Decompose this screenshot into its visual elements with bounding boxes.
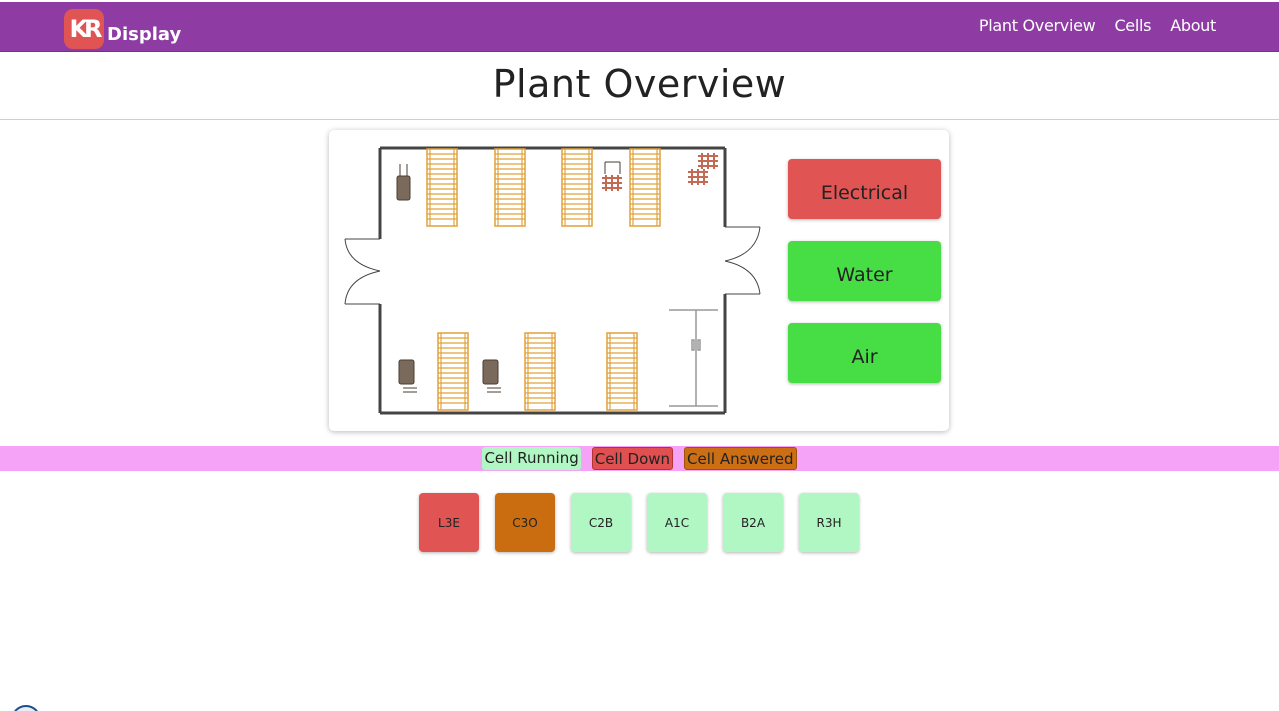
logo-mark: KR	[64, 9, 104, 49]
legend-cell-down: Cell Down	[591, 447, 674, 470]
nav-link-cells[interactable]: Cells	[1114, 16, 1151, 35]
cell-tile[interactable]: L3E	[419, 493, 479, 552]
legend-cell-answered: Cell Answered	[684, 447, 797, 470]
cell-tile[interactable]: R3H	[799, 493, 859, 552]
legend-cell-running: Cell Running	[482, 447, 581, 470]
page-title: Plant Overview	[492, 62, 787, 106]
brand-logo[interactable]: KR Display	[64, 9, 181, 49]
nav-link-plant-overview[interactable]: Plant Overview	[979, 16, 1096, 35]
plant-overview-card: Electrical Water Air	[329, 130, 949, 431]
utility-water-button[interactable]: Water	[788, 241, 941, 301]
navbar: KR Display Plant Overview Cells About	[0, 2, 1279, 52]
cell-tile[interactable]: C2B	[571, 493, 631, 552]
title-divider	[0, 119, 1279, 120]
nav-link-about[interactable]: About	[1170, 16, 1216, 35]
cell-tiles: L3E C3O C2B A1C B2A R3H	[419, 493, 859, 552]
logo-text: Display	[107, 23, 182, 45]
cell-tile[interactable]: A1C	[647, 493, 707, 552]
corner-widget-icon[interactable]	[11, 705, 41, 711]
utility-air-button[interactable]: Air	[788, 323, 941, 383]
status-legend: Cell Running Cell Down Cell Answered	[0, 446, 1279, 471]
plant-floor-map	[344, 146, 761, 415]
cell-tile[interactable]: C3O	[495, 493, 555, 552]
cell-tile[interactable]: B2A	[723, 493, 783, 552]
utility-electrical-button[interactable]: Electrical	[788, 159, 941, 219]
nav-links: Plant Overview Cells About	[979, 16, 1216, 35]
